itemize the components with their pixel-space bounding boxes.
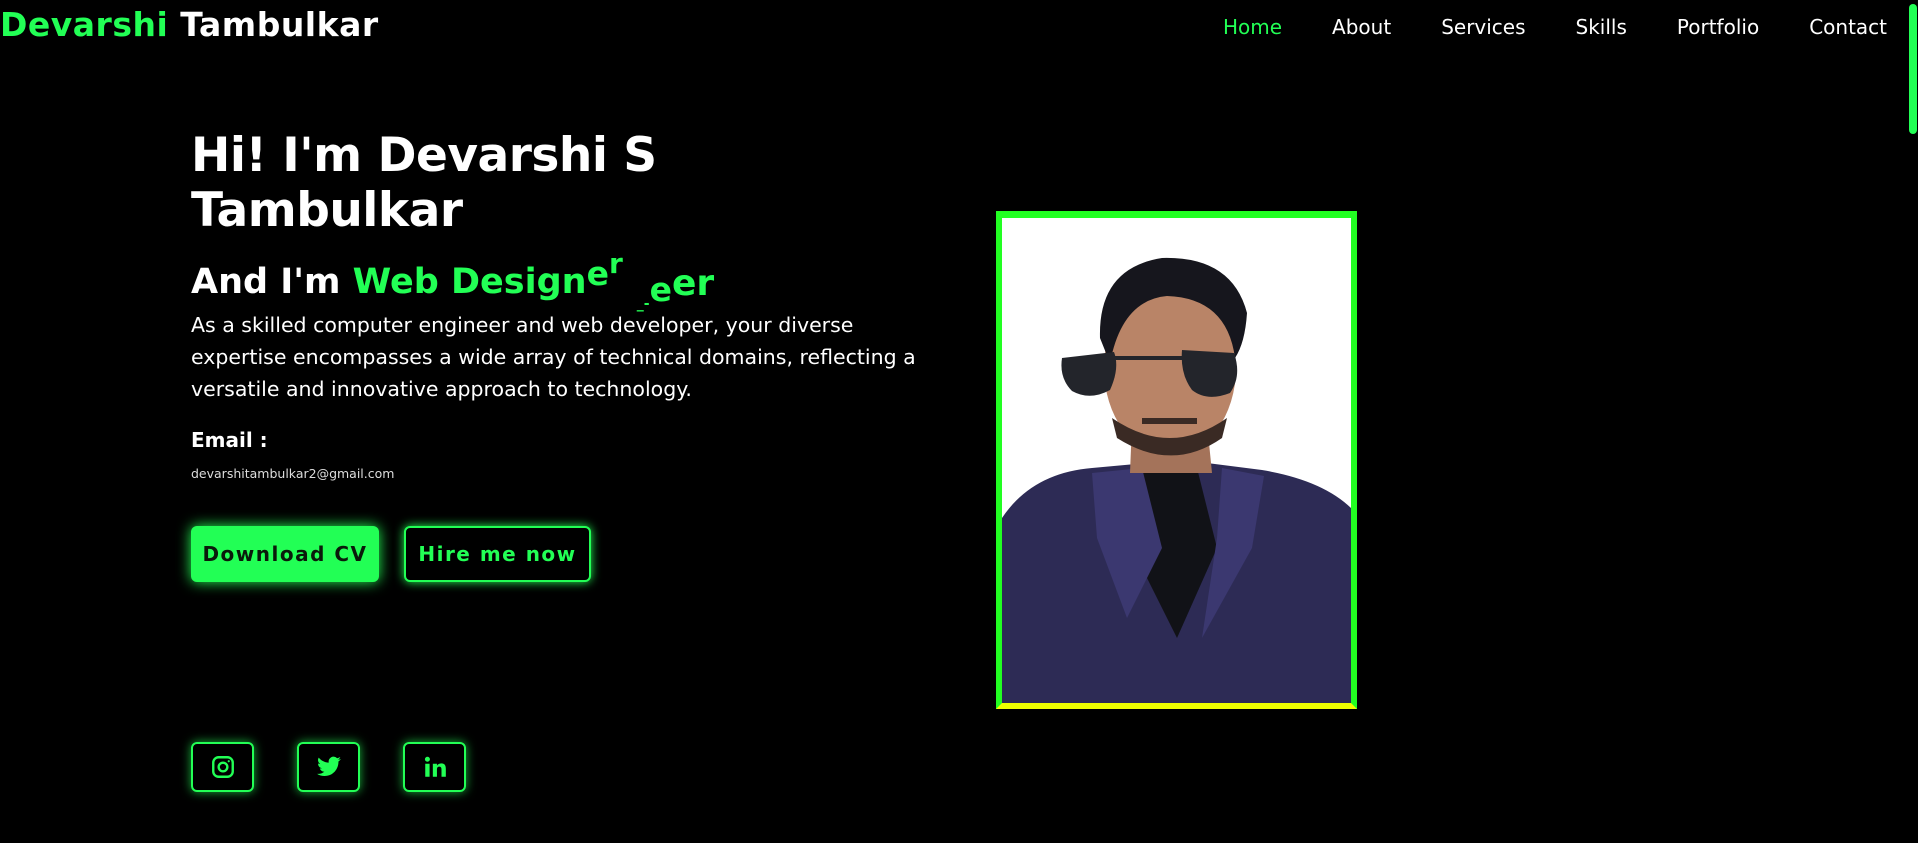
role-tail-char: er — [671, 263, 715, 304]
logo-last-name: Tambulkar — [180, 4, 379, 44]
instagram-link[interactable] — [191, 742, 254, 792]
hero-greeting: Hi! I'm Devarshi S Tambulkar — [191, 128, 657, 238]
role-tail-char: r — [608, 247, 623, 280]
nav-about[interactable]: About — [1332, 15, 1391, 39]
role-tail-char: e — [649, 270, 672, 309]
scrollbar-track[interactable] — [1904, 0, 1918, 843]
linkedin-icon — [424, 756, 446, 777]
scrollbar-thumb[interactable] — [1909, 4, 1917, 134]
site-logo[interactable]: Devarshi Tambulkar — [0, 5, 379, 44]
role-tail-char: e — [586, 254, 609, 293]
page: Devarshi Tambulkar Home About Services S… — [0, 0, 1918, 843]
main-nav: Home About Services Skills Portfolio Con… — [1173, 15, 1887, 39]
email-value[interactable]: devarshitambulkar2@gmail.com — [191, 466, 394, 481]
hero-description: As a skilled computer engineer and web d… — [191, 313, 916, 401]
role-text: Web Design — [352, 262, 587, 302]
role-prefix: And I'm — [191, 262, 341, 302]
nav-contact[interactable]: Contact — [1809, 15, 1887, 39]
nav-services[interactable]: Services — [1441, 15, 1525, 39]
role-typing-tail: er_-eer — [587, 247, 715, 312]
profile-photo — [996, 211, 1357, 709]
profile-photo-image — [1002, 218, 1351, 703]
hire-me-button[interactable]: Hire me now — [404, 526, 591, 582]
site-header: Devarshi Tambulkar Home About Services S… — [0, 0, 1900, 54]
logo-first-name: Devarshi — [0, 4, 169, 44]
hero-section: Hi! I'm Devarshi S Tambulkar And I'm Web… — [191, 128, 931, 582]
nav-home[interactable]: Home — [1223, 15, 1282, 39]
twitter-icon — [316, 756, 341, 776]
twitter-link[interactable] — [297, 742, 360, 792]
download-cv-button[interactable]: Download CV — [191, 526, 379, 582]
role-line: And I'm Web Designer_-eer — [191, 247, 715, 312]
nav-skills[interactable]: Skills — [1576, 15, 1627, 39]
instagram-icon — [211, 756, 234, 778]
email-label: Email : — [191, 428, 268, 452]
linkedin-link[interactable] — [403, 742, 466, 792]
social-links — [191, 742, 466, 792]
nav-portfolio[interactable]: Portfolio — [1677, 15, 1759, 39]
